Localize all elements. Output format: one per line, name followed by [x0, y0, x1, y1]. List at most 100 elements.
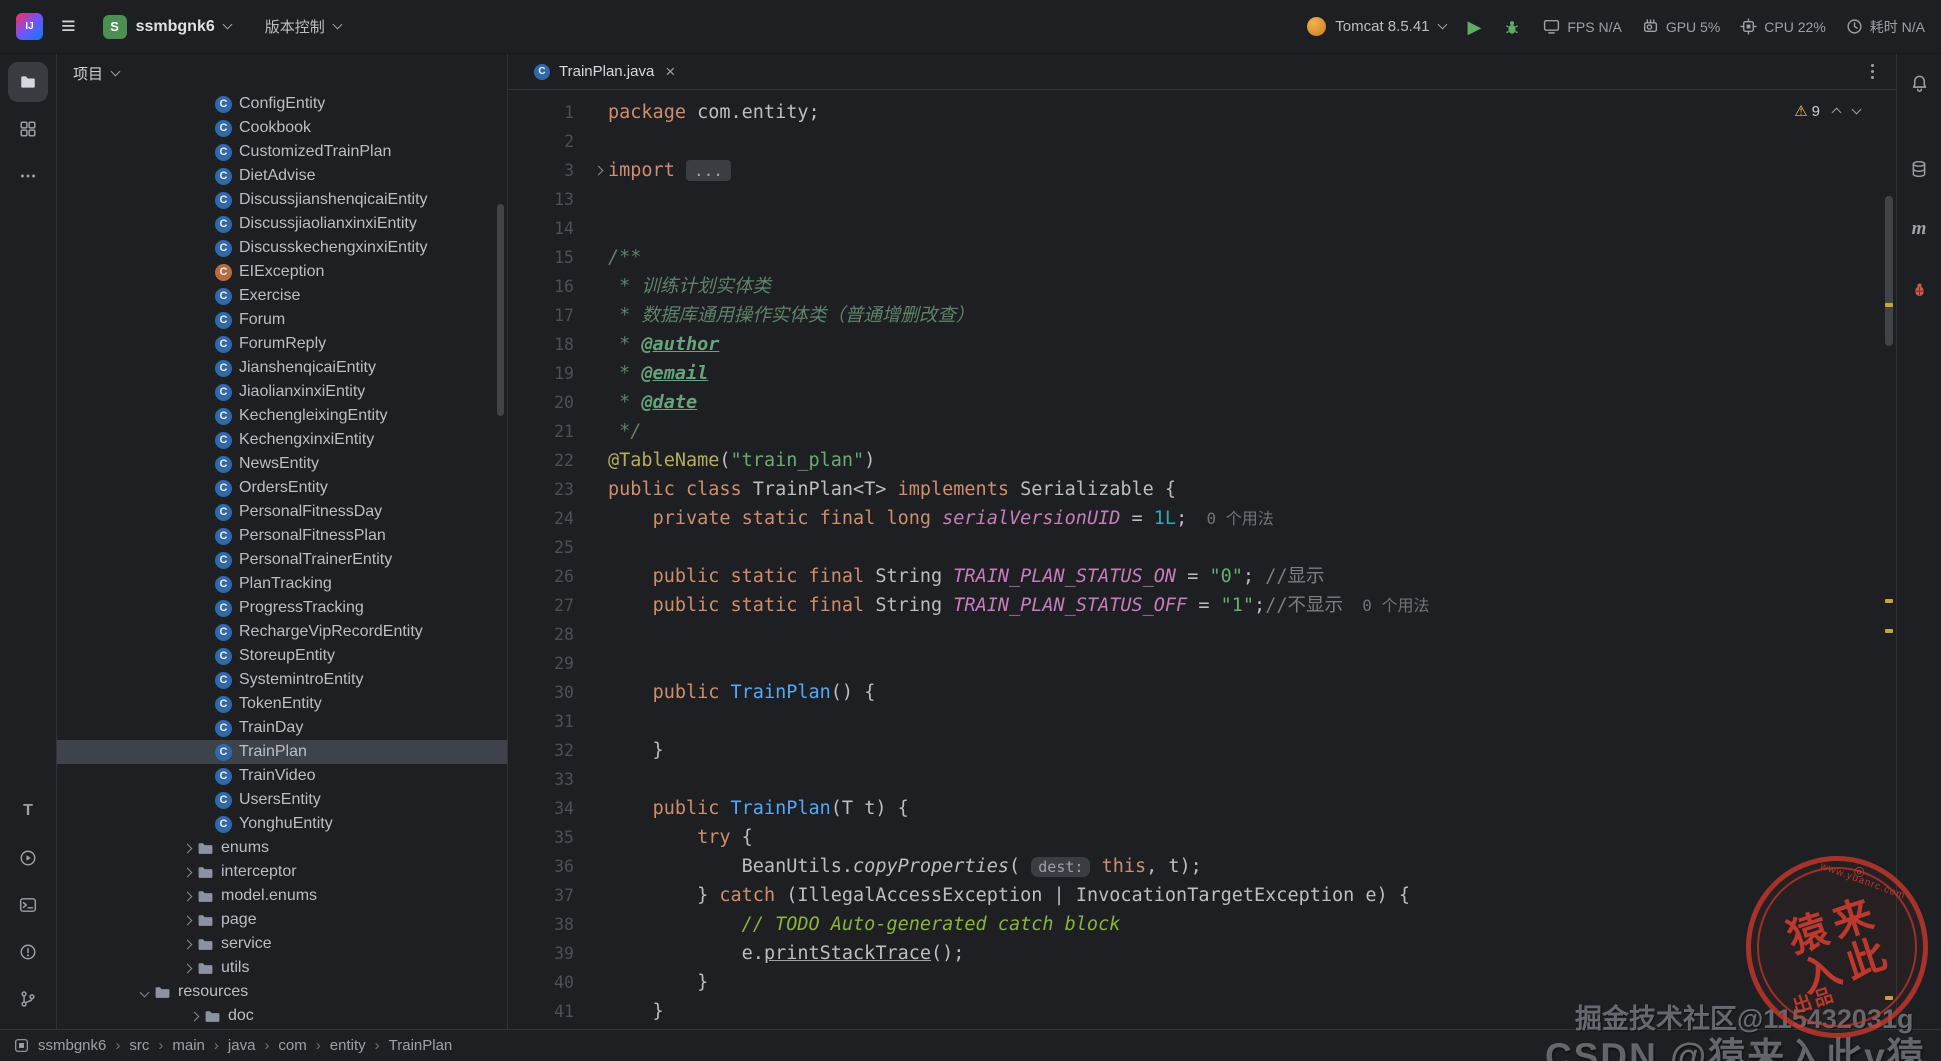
code-editor[interactable]: 1 package com.entity; 2 3 import ... 13 14 15/*… — [508, 90, 1896, 1029]
chevron-down-icon[interactable] — [139, 987, 149, 997]
tree-scrollbar-thumb[interactable] — [497, 204, 504, 416]
code-line[interactable]: 35 try { — [508, 823, 1896, 852]
tree-item-service[interactable]: service — [57, 932, 507, 956]
chevron-right-icon[interactable] — [182, 963, 192, 973]
tab-trainplan-java[interactable]: C TrainPlan.java × — [524, 54, 685, 89]
breadcrumb-com[interactable]: com — [278, 1037, 306, 1054]
tree-item-JianshenqicaiEntity[interactable]: C JianshenqicaiEntity — [57, 356, 507, 380]
run-config-selector[interactable]: Tomcat 8.5.41 — [1307, 17, 1447, 36]
project-selector[interactable]: S ssmbgnk6 — [94, 10, 240, 44]
tab-close-icon[interactable]: × — [665, 63, 675, 80]
code-line[interactable]: 24 private static final long serialVersi… — [508, 504, 1896, 533]
tree-item-ProgressTracking[interactable]: C ProgressTracking — [57, 596, 507, 620]
debug-button[interactable] — [1503, 18, 1521, 36]
chevron-right-icon[interactable] — [182, 867, 192, 877]
maven-tool-button[interactable]: m — [1902, 212, 1936, 246]
tree-item-RechargeVipRecordEntity[interactable]: C RechargeVipRecordEntity — [57, 620, 507, 644]
code-line[interactable]: 23 public class TrainPlan<T> implements S… — [508, 475, 1896, 504]
code-line[interactable]: 31 — [508, 707, 1896, 736]
tree-item-StoreupEntity[interactable]: C StoreupEntity — [57, 644, 507, 668]
translation-tool-button[interactable]: T — [8, 791, 48, 831]
code-line[interactable]: 22 @TableName("train_plan") — [508, 446, 1896, 475]
editor-scrollbar-thumb[interactable] — [1885, 196, 1893, 346]
breadcrumb-src[interactable]: src — [129, 1037, 149, 1054]
tree-item-DiscussjiaolianxinxiEntity[interactable]: C DiscussjiaolianxinxiEntity — [57, 212, 507, 236]
code-line[interactable]: 30 public TrainPlan() { — [508, 678, 1896, 707]
tabbar-options-icon[interactable] — [1862, 62, 1882, 82]
tree-item-TrainDay[interactable]: C TrainDay — [57, 716, 507, 740]
vcs-selector[interactable]: 版本控制 — [256, 11, 350, 42]
code-line[interactable]: 39 e.printStackTrace(); — [508, 939, 1896, 968]
tree-item-utils[interactable]: utils — [57, 956, 507, 980]
more-tool-button[interactable] — [8, 156, 48, 196]
tree-item-ForumReply[interactable]: C ForumReply — [57, 332, 507, 356]
main-menu-icon[interactable]: ≡ — [59, 14, 78, 39]
code-line[interactable]: 29 — [508, 649, 1896, 678]
code-line[interactable]: 25 — [508, 533, 1896, 562]
code-line[interactable]: 13 — [508, 185, 1896, 214]
tree-item-TrainPlan[interactable]: C TrainPlan — [57, 740, 507, 764]
tree-item-SystemintroEntity[interactable]: C SystemintroEntity — [57, 668, 507, 692]
tree-item-OrdersEntity[interactable]: C OrdersEntity — [57, 476, 507, 500]
code-line[interactable]: 14 — [508, 214, 1896, 243]
tree-item-interceptor[interactable]: interceptor — [57, 860, 507, 884]
breadcrumb-entity[interactable]: entity — [330, 1037, 366, 1054]
tree-item-TrainVideo[interactable]: C TrainVideo — [57, 764, 507, 788]
fold-marker-icon[interactable] — [593, 165, 603, 176]
code-line[interactable]: 17 * 数据库通用操作实体类（普通增删改查） — [508, 301, 1896, 330]
warning-mark[interactable] — [1885, 303, 1893, 307]
breadcrumb-java[interactable]: java — [228, 1037, 256, 1054]
prev-problem-icon[interactable] — [1831, 107, 1842, 118]
tree-item-doc[interactable]: doc — [57, 1004, 507, 1028]
code-line[interactable]: 26 public static final String TRAIN_PLAN… — [508, 562, 1896, 591]
tree-item-DietAdvise[interactable]: C DietAdvise — [57, 164, 507, 188]
tree-item-YonghuEntity[interactable]: C YonghuEntity — [57, 812, 507, 836]
bug-tool-button[interactable] — [1902, 272, 1936, 306]
code-line[interactable]: 1 package com.entity; — [508, 98, 1896, 127]
code-line[interactable]: 37 } catch (IllegalAccessException | Inv… — [508, 881, 1896, 910]
tree-item-DiscussjianshenqicaiEntity[interactable]: C DiscussjianshenqicaiEntity — [57, 188, 507, 212]
warning-mark[interactable] — [1885, 599, 1893, 603]
tree-item-TokenEntity[interactable]: C TokenEntity — [57, 692, 507, 716]
tree-item-resources[interactable]: resources — [57, 980, 507, 1004]
tree-item-JiaolianxinxiEntity[interactable]: C JiaolianxinxiEntity — [57, 380, 507, 404]
tree-item-KechengleixingEntity[interactable]: C KechengleixingEntity — [57, 404, 507, 428]
version-control-tool-button[interactable] — [8, 979, 48, 1019]
tree-item-ConfigEntity[interactable]: C ConfigEntity — [57, 92, 507, 116]
breadcrumb-ssmbgnk6[interactable]: ssmbgnk6 — [38, 1037, 106, 1054]
chevron-right-icon[interactable] — [189, 1011, 199, 1021]
tree-item-enums[interactable]: enums — [57, 836, 507, 860]
code-line[interactable]: 15 /** — [508, 243, 1896, 272]
project-tool-button[interactable] — [8, 62, 48, 102]
inspections-widget[interactable]: ⚠ 9 — [1794, 102, 1862, 120]
code-line[interactable]: 18 * @author — [508, 330, 1896, 359]
breadcrumb-main[interactable]: main — [172, 1037, 205, 1054]
tree-item-PlanTracking[interactable]: C PlanTracking — [57, 572, 507, 596]
terminal-tool-button[interactable] — [8, 885, 48, 925]
tree-item-Exercise[interactable]: C Exercise — [57, 284, 507, 308]
code-line[interactable]: 34 public TrainPlan(T t) { — [508, 794, 1896, 823]
problems-tool-button[interactable] — [8, 932, 48, 972]
breadcrumb-TrainPlan[interactable]: TrainPlan — [389, 1037, 453, 1054]
tree-item-UsersEntity[interactable]: C UsersEntity — [57, 788, 507, 812]
tree-item-NewsEntity[interactable]: C NewsEntity — [57, 452, 507, 476]
tree-item-DiscusskechengxinxiEntity[interactable]: C DiscusskechengxinxiEntity — [57, 236, 507, 260]
code-line[interactable]: 19 * @email — [508, 359, 1896, 388]
code-line[interactable]: 16 * 训练计划实体类 — [508, 272, 1896, 301]
structure-tool-button[interactable] — [8, 109, 48, 149]
tree-item-model.enums[interactable]: model.enums — [57, 884, 507, 908]
code-line[interactable]: 27 public static final String TRAIN_PLAN… — [508, 591, 1896, 620]
services-tool-button[interactable] — [8, 838, 48, 878]
code-line[interactable]: 36 BeanUtils.copyProperties( dest: this,… — [508, 852, 1896, 881]
code-line[interactable]: 33 — [508, 765, 1896, 794]
tree-item-CustomizedTrainPlan[interactable]: C CustomizedTrainPlan — [57, 140, 507, 164]
code-line[interactable]: 32 } — [508, 736, 1896, 765]
chevron-right-icon[interactable] — [182, 843, 192, 853]
chevron-right-icon[interactable] — [182, 891, 192, 901]
code-line[interactable]: 20 * @date — [508, 388, 1896, 417]
tree-item-page[interactable]: page — [57, 908, 507, 932]
code-line[interactable]: 2 — [508, 127, 1896, 156]
code-line[interactable]: 28 — [508, 620, 1896, 649]
tree-item-KechengxinxiEntity[interactable]: C KechengxinxiEntity — [57, 428, 507, 452]
notifications-tool-button[interactable] — [1902, 66, 1936, 100]
